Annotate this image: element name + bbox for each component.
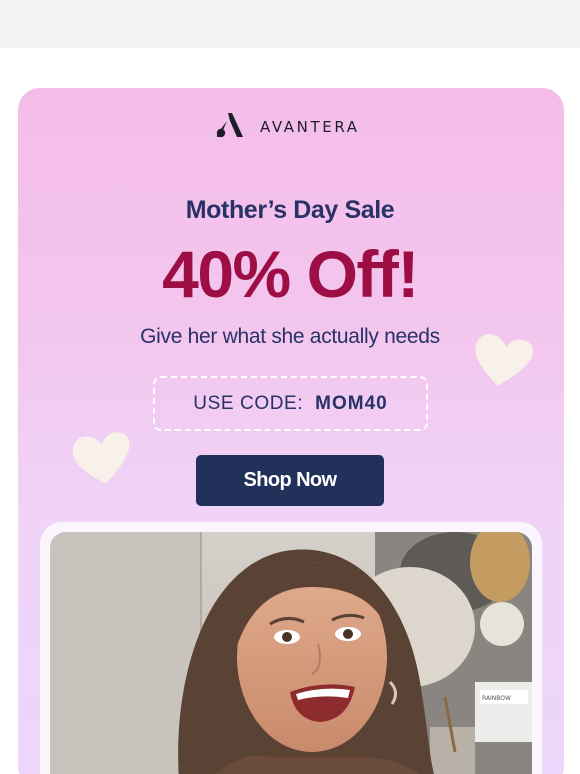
promo-code-box: USE CODE: MOM40 <box>153 376 428 431</box>
shop-now-button[interactable]: Shop Now <box>196 455 384 506</box>
promo-code-label: USE CODE: <box>193 392 304 414</box>
discount-offer: 40% Off! <box>162 237 419 311</box>
promo-code-value: MOM40 <box>315 392 388 414</box>
hero-photo-illustration: RAINBOW <box>50 532 532 774</box>
hero-photo: RAINBOW <box>50 532 532 774</box>
avantera-logo-icon <box>216 113 243 138</box>
art-label: RAINBOW <box>482 695 511 702</box>
heart-icon <box>72 432 130 484</box>
sale-headline: Mother’s Day Sale <box>185 196 395 224</box>
brand-name: AVANTERA <box>260 118 360 136</box>
brand-header: AVANTERA <box>0 112 580 142</box>
top-bar <box>0 0 580 48</box>
heart-icon <box>475 333 534 386</box>
